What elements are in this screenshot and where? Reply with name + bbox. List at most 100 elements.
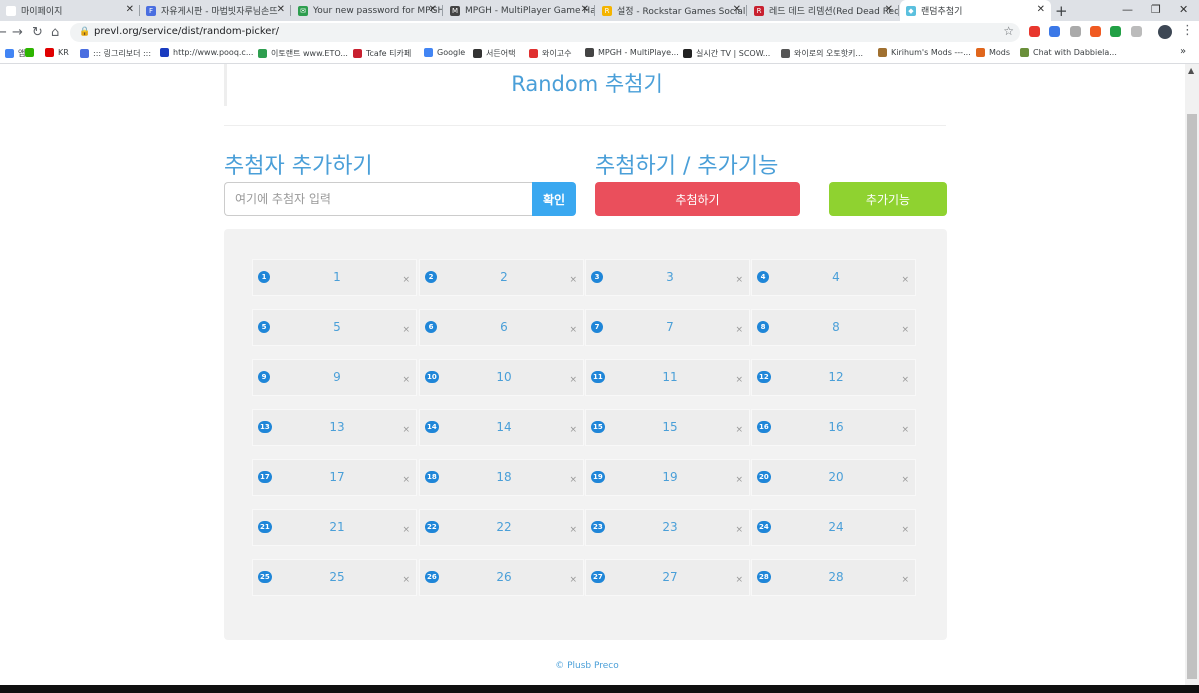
- tab-close-icon[interactable]: ✕: [1037, 4, 1045, 15]
- bookmark-item[interactable]: 실시간 TV | SCOW...: [683, 48, 770, 59]
- entry-remove-icon[interactable]: ×: [901, 325, 909, 335]
- tab-close-icon[interactable]: ✕: [429, 4, 437, 15]
- bookmark-item[interactable]: Kirihum's Mods ---...: [878, 48, 971, 57]
- extension-icon[interactable]: [1029, 26, 1040, 37]
- entry-remove-icon[interactable]: ×: [402, 275, 410, 285]
- scroll-thumb[interactable]: [1187, 114, 1197, 679]
- bookmark-item[interactable]: 서든어택: [473, 48, 515, 59]
- entry-remove-icon[interactable]: ×: [569, 425, 577, 435]
- entry-remove-icon[interactable]: ×: [901, 575, 909, 585]
- participant-entry: 26 26 ×: [420, 560, 583, 595]
- minimize-icon[interactable]: —: [1122, 3, 1133, 16]
- entry-remove-icon[interactable]: ×: [901, 425, 909, 435]
- extension-icon[interactable]: [1070, 26, 1081, 37]
- entry-remove-icon[interactable]: ×: [402, 475, 410, 485]
- participant-entry: 4 4 ×: [752, 260, 915, 295]
- tab-close-icon[interactable]: ✕: [126, 4, 134, 15]
- browser-menu-icon[interactable]: ⋮: [1181, 23, 1194, 38]
- entry-remove-icon[interactable]: ×: [901, 375, 909, 385]
- address-bar[interactable]: 🔒 prevl.org/service/dist/random-picker/ …: [70, 23, 1020, 42]
- entry-remove-icon[interactable]: ×: [901, 275, 909, 285]
- entry-remove-icon[interactable]: ×: [735, 475, 743, 485]
- bookmark-label: Chat with Dabbiela...: [1033, 48, 1117, 57]
- entry-remove-icon[interactable]: ×: [402, 375, 410, 385]
- entry-remove-icon[interactable]: ×: [402, 325, 410, 335]
- bookmark-item[interactable]: Google: [424, 48, 465, 57]
- os-taskbar: [0, 685, 1199, 693]
- reload-icon[interactable]: ↻: [32, 25, 43, 40]
- browser-tab[interactable]: M MPGH - MultiPlayer Game Hack ✕: [444, 0, 595, 21]
- profile-avatar[interactable]: [1158, 25, 1172, 39]
- entry-remove-icon[interactable]: ×: [402, 575, 410, 585]
- bookmark-item[interactable]: Chat with Dabbiela...: [1020, 48, 1117, 57]
- browser-tab[interactable]: R 설정 - Rockstar Games Social C ✕: [596, 0, 747, 21]
- entry-name: 21: [329, 520, 345, 534]
- translate-extension-icon[interactable]: [1049, 26, 1060, 37]
- bookmark-item[interactable]: KR: [45, 48, 69, 57]
- extra-features-button[interactable]: 추가기능: [829, 182, 947, 216]
- entry-remove-icon[interactable]: ×: [569, 575, 577, 585]
- tab-close-icon[interactable]: ✕: [581, 4, 589, 15]
- tab-close-icon[interactable]: ✕: [733, 4, 741, 15]
- entry-remove-icon[interactable]: ×: [569, 525, 577, 535]
- browser-tab[interactable]: ✉ Your new password for MPGH ✕: [292, 0, 443, 21]
- home-icon[interactable]: ⌂: [51, 25, 59, 40]
- browser-tab[interactable]: F 자유게시판 - 마법빗자루님손뜨 ✕: [140, 0, 291, 21]
- entry-remove-icon[interactable]: ×: [735, 425, 743, 435]
- entry-name: 12: [828, 370, 844, 384]
- draw-button[interactable]: 추첨하기: [595, 182, 800, 216]
- entry-remove-icon[interactable]: ×: [901, 525, 909, 535]
- page-scrollbar[interactable]: ▲: [1185, 64, 1199, 685]
- forward-icon[interactable]: →: [12, 25, 23, 40]
- bookmark-label: Mods: [989, 48, 1011, 57]
- bookmark-item[interactable]: Mods: [976, 48, 1010, 57]
- extension-icon[interactable]: [1090, 26, 1101, 37]
- bookmark-favicon-icon: [258, 49, 267, 58]
- entry-remove-icon[interactable]: ×: [569, 275, 577, 285]
- entry-name: 22: [496, 520, 512, 534]
- shield-extension-icon[interactable]: [1131, 26, 1142, 37]
- browser-toolbar: ← → ↻ ⌂ 🔒 prevl.org/service/dist/random-…: [0, 21, 1199, 44]
- browser-tab[interactable]: 마이페이지 ✕: [0, 0, 140, 21]
- entry-remove-icon[interactable]: ×: [735, 575, 743, 585]
- page-viewport: Random 추첨기 추첨자 추가하기 추첨하기 / 추가기능 확인 추첨하기 …: [0, 64, 1199, 685]
- tab-close-icon[interactable]: ✕: [277, 4, 285, 15]
- bookmark-label: 서든어택: [486, 49, 516, 58]
- bookmark-item[interactable]: Tcafe 티카페: [353, 48, 411, 59]
- entry-remove-icon[interactable]: ×: [901, 475, 909, 485]
- entry-remove-icon[interactable]: ×: [402, 425, 410, 435]
- section-divider: [224, 125, 946, 126]
- entry-remove-icon[interactable]: ×: [402, 525, 410, 535]
- scroll-up-icon[interactable]: ▲: [1188, 66, 1194, 75]
- new-tab-button[interactable]: +: [1055, 2, 1068, 20]
- confirm-button[interactable]: 확인: [532, 182, 576, 216]
- entry-remove-icon[interactable]: ×: [569, 375, 577, 385]
- bookmark-item[interactable]: 와이고수: [529, 48, 571, 59]
- back-icon[interactable]: ←: [0, 25, 7, 40]
- bookmark-favicon-icon: [585, 48, 594, 57]
- participant-entry: 27 27 ×: [586, 560, 749, 595]
- extension-icon[interactable]: [1110, 26, 1121, 37]
- entry-remove-icon[interactable]: ×: [735, 325, 743, 335]
- entry-remove-icon[interactable]: ×: [569, 325, 577, 335]
- browser-tab[interactable]: ◆ 랜덤추첨기 ✕: [900, 0, 1051, 21]
- tab-title: 랜덤추첨기: [921, 7, 963, 17]
- tab-close-icon[interactable]: ✕: [885, 4, 893, 15]
- entry-remove-icon[interactable]: ×: [735, 275, 743, 285]
- entry-remove-icon[interactable]: ×: [735, 375, 743, 385]
- bookmark-item[interactable]: 이토랜트 www.ETO...: [258, 48, 348, 59]
- browser-tab[interactable]: R 레드 데드 리뎀션(Red Dead Red ✕: [748, 0, 899, 21]
- window-close-icon[interactable]: ✕: [1179, 3, 1188, 16]
- entry-remove-icon[interactable]: ×: [735, 525, 743, 535]
- bookmark-item[interactable]: MPGH - MultiPlaye...: [585, 48, 679, 57]
- bookmarks-more-button[interactable]: »: [1180, 46, 1186, 57]
- participant-input[interactable]: [224, 182, 532, 216]
- bookmark-item[interactable]: 와이로의 오토핫키...: [781, 48, 863, 59]
- entry-remove-icon[interactable]: ×: [569, 475, 577, 485]
- bookmark-item[interactable]: 앱: [5, 48, 25, 59]
- bookmark-item[interactable]: ::: 링그리보더 :::: [80, 48, 151, 59]
- bookmark-item[interactable]: [25, 48, 38, 57]
- bookmark-star-icon[interactable]: ☆: [1003, 24, 1014, 38]
- bookmark-item[interactable]: http://www.pooq.c...: [160, 48, 253, 57]
- maximize-icon[interactable]: ❐: [1151, 3, 1161, 16]
